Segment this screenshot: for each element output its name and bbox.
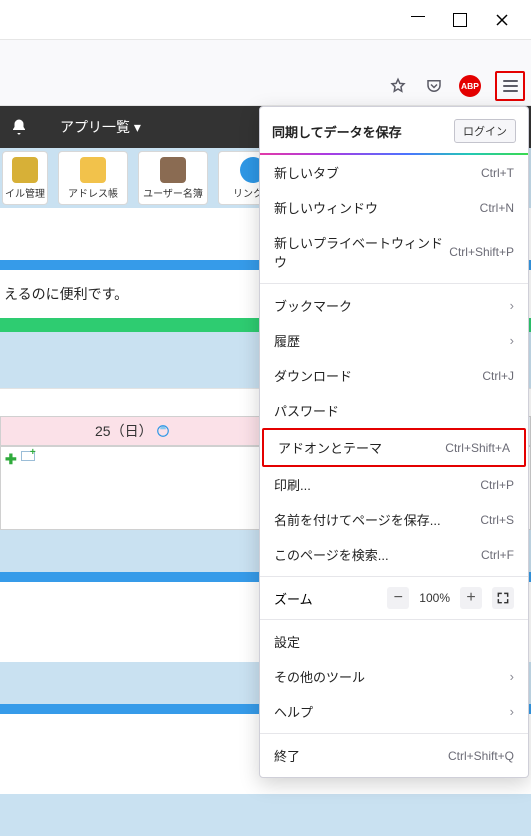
minimize-button[interactable] [411,13,425,27]
chevron-right-icon: › [510,669,514,684]
app-menu-popup: 同期してデータを保存 ログイン 新しいタブCtrl+T 新しいウィンドウCtrl… [259,106,529,778]
fullscreen-button[interactable] [492,587,514,609]
menu-quit[interactable]: 終了Ctrl+Shift+Q [260,738,528,773]
login-button[interactable]: ログイン [454,119,516,143]
zoom-percent: 100% [419,591,450,605]
menu-new-tab[interactable]: 新しいタブCtrl+T [260,155,528,190]
close-button[interactable] [495,13,509,27]
maximize-button[interactable] [453,13,467,27]
menu-downloads[interactable]: ダウンロードCtrl+J [260,358,528,393]
zoom-out-button[interactable]: − [387,587,409,609]
menu-help[interactable]: ヘルプ› [260,694,528,729]
menu-passwords[interactable]: パスワード [260,393,528,428]
chevron-right-icon: › [510,704,514,719]
pocket-icon[interactable] [423,75,445,97]
calendar-cell[interactable]: ✚ [0,446,266,530]
note-add-icon[interactable] [21,451,35,461]
sync-title: 同期してデータを保存 [272,122,402,141]
menu-zoom: ズーム − 100% + [260,581,528,615]
menu-bookmarks[interactable]: ブックマーク› [260,288,528,323]
menu-addons-themes[interactable]: アドオンとテーマCtrl+Shift+A [262,428,526,467]
bell-icon[interactable] [8,116,30,138]
star-icon[interactable] [387,75,409,97]
menu-history[interactable]: 履歴› [260,323,528,358]
app-address-book[interactable]: アドレス帳 [58,151,128,205]
chevron-right-icon: › [510,333,514,348]
menu-print[interactable]: 印刷...Ctrl+P [260,467,528,502]
add-icon[interactable]: ✚ [5,451,17,468]
chevron-right-icon: › [510,298,514,313]
menu-other-tools[interactable]: その他のツール› [260,659,528,694]
tab-bar [0,40,531,66]
menu-new-private-window[interactable]: 新しいプライベートウィンドウCtrl+Shift+P [260,225,528,279]
app-label: アドレス帳 [68,185,118,200]
zoom-in-button[interactable]: + [460,587,482,609]
app-label: イル管理 [5,185,45,200]
menu-new-window[interactable]: 新しいウィンドウCtrl+N [260,190,528,225]
menu-settings[interactable]: 設定 [260,624,528,659]
app-menu-button[interactable] [495,71,525,101]
menu-save-as[interactable]: 名前を付けてページを保存...Ctrl+S [260,502,528,537]
calendar-day-header: 25（日） [0,416,266,446]
app-list-dropdown[interactable]: アプリ一覧 ▾ [60,117,141,137]
app-file-manage[interactable]: イル管理 [2,151,48,205]
app-user-list[interactable]: ユーザー名簿 [138,151,208,205]
adblock-icon[interactable]: ABP [459,75,481,97]
app-label: ユーザー名簿 [143,185,203,200]
menu-find[interactable]: このページを検索...Ctrl+F [260,537,528,572]
